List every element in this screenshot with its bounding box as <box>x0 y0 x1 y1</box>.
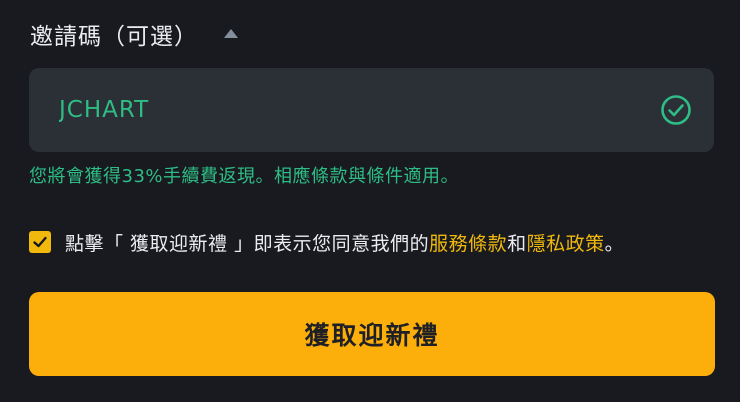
referral-title: 邀請碼（可選） <box>30 24 198 50</box>
referral-code-field[interactable] <box>29 68 714 152</box>
privacy-policy-link[interactable]: 隱私政策 <box>527 229 605 256</box>
referral-section-toggle[interactable]: 邀請碼（可選） <box>30 14 238 54</box>
checkmark-icon <box>33 236 47 248</box>
terms-joiner: 和 <box>507 232 527 255</box>
rebate-note: 您將會獲得33%手續費返現。相應條款與條件適用。 <box>29 166 460 187</box>
terms-of-service-link[interactable]: 服務條款 <box>429 229 507 256</box>
claim-welcome-gift-button[interactable]: 獲取迎新禮 <box>29 292 715 376</box>
check-circle-icon <box>660 94 692 126</box>
terms-agreement: 點擊「 獲取迎新禮 」即表示您同意我們的 服務條款 和 隱私政策 。 <box>29 226 624 258</box>
terms-checkbox[interactable] <box>29 231 51 253</box>
referral-code-input[interactable] <box>59 90 660 130</box>
terms-suffix: 。 <box>604 232 625 255</box>
terms-prefix: 點擊「 獲取迎新禮 」即表示您同意我們的 <box>65 232 430 255</box>
caret-up-icon[interactable] <box>224 28 238 38</box>
